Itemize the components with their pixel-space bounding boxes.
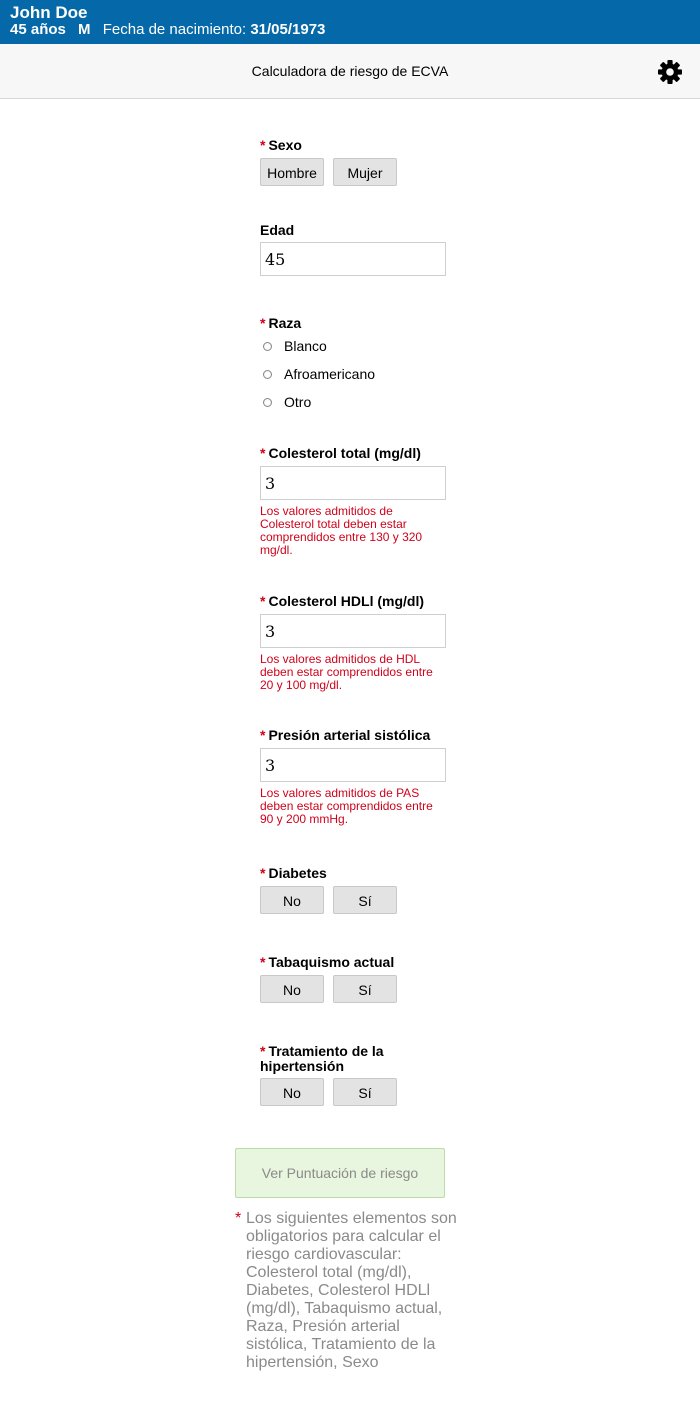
diabetes-no-button[interactable]: No bbox=[260, 886, 324, 914]
required-asterisk: * bbox=[260, 727, 266, 743]
radio-button[interactable] bbox=[263, 341, 272, 351]
colesterol-total-input[interactable] bbox=[260, 466, 446, 500]
raza-option-otro[interactable]: Otro bbox=[263, 392, 311, 412]
patient-age: 45 años bbox=[10, 21, 66, 38]
tabaquismo-no-button[interactable]: No bbox=[260, 975, 324, 1003]
patient-dob-label: Fecha de nacimiento: bbox=[102, 21, 247, 38]
required-asterisk: * bbox=[260, 137, 266, 153]
colesterol-total-label: * Colesterol total (mg/dl) bbox=[260, 445, 421, 461]
colesterol-hdl-error: Los valores admitidos de HDL deben estar… bbox=[260, 652, 433, 692]
sexo-hombre-button[interactable]: Hombre bbox=[260, 158, 324, 186]
page-title: Calculadora de riesgo de ECVA bbox=[251, 63, 449, 79]
patient-details: 45 años M Fecha de nacimiento: 31/05/197… bbox=[10, 21, 325, 39]
patient-banner: John Doe 45 años M Fecha de nacimiento: … bbox=[0, 0, 700, 44]
edad-input[interactable] bbox=[260, 242, 446, 276]
sexo-mujer-button[interactable]: Mujer bbox=[333, 158, 397, 186]
radio-button[interactable] bbox=[263, 369, 272, 379]
pas-label: * Presión arterial sistólica bbox=[260, 727, 431, 743]
patient-name: John Doe bbox=[10, 3, 88, 22]
pas-input[interactable] bbox=[260, 748, 446, 782]
required-asterisk: * bbox=[260, 954, 266, 970]
title-bar: Calculadora de riesgo de ECVA bbox=[0, 44, 700, 99]
raza-label: * Raza bbox=[260, 315, 302, 331]
patient-sex: M bbox=[78, 21, 91, 38]
required-asterisk: * bbox=[260, 315, 266, 331]
radio-label: Blanco bbox=[284, 338, 327, 354]
tabaquismo-label: * Tabaquismo actual bbox=[260, 954, 395, 970]
tratamiento-label: * Tratamiento de la hipertensión bbox=[260, 1043, 384, 1074]
required-asterisk: * bbox=[260, 865, 266, 881]
required-asterisk: * bbox=[260, 1043, 266, 1059]
patient-dob: 31/05/1973 bbox=[250, 21, 326, 38]
required-asterisk: * bbox=[235, 1210, 242, 1227]
required-asterisk: * bbox=[260, 445, 266, 461]
required-fields-note: Los siguientes elementos son obligatorio… bbox=[246, 1210, 457, 1371]
radio-label: Afroamericano bbox=[284, 366, 376, 382]
raza-option-afroamericano[interactable]: Afroamericano bbox=[263, 364, 375, 384]
diabetes-si-button[interactable]: Sí bbox=[333, 886, 397, 914]
raza-option-blanco[interactable]: Blanco bbox=[263, 336, 327, 356]
tratamiento-si-button[interactable]: Sí bbox=[333, 1078, 397, 1106]
colesterol-hdl-input[interactable] bbox=[260, 614, 446, 648]
tratamiento-no-button[interactable]: No bbox=[260, 1078, 324, 1106]
diabetes-label: * Diabetes bbox=[260, 865, 327, 881]
edad-label: Edad bbox=[260, 222, 295, 238]
view-risk-score-button[interactable]: Ver Puntuación de riesgo bbox=[235, 1148, 445, 1198]
colesterol-total-error: Los valores admitidos de Colesterol tota… bbox=[260, 504, 423, 557]
tabaquismo-si-button[interactable]: Sí bbox=[333, 975, 397, 1003]
colesterol-hdl-label: * Colesterol HDLl (mg/dl) bbox=[260, 593, 425, 609]
sexo-label: * Sexo bbox=[260, 137, 302, 153]
pas-error: Los valores admitidos de PAS deben estar… bbox=[260, 786, 433, 826]
radio-button[interactable] bbox=[263, 397, 272, 407]
required-asterisk: * bbox=[260, 593, 266, 609]
radio-label: Otro bbox=[284, 394, 312, 410]
gear-icon[interactable] bbox=[656, 58, 684, 86]
